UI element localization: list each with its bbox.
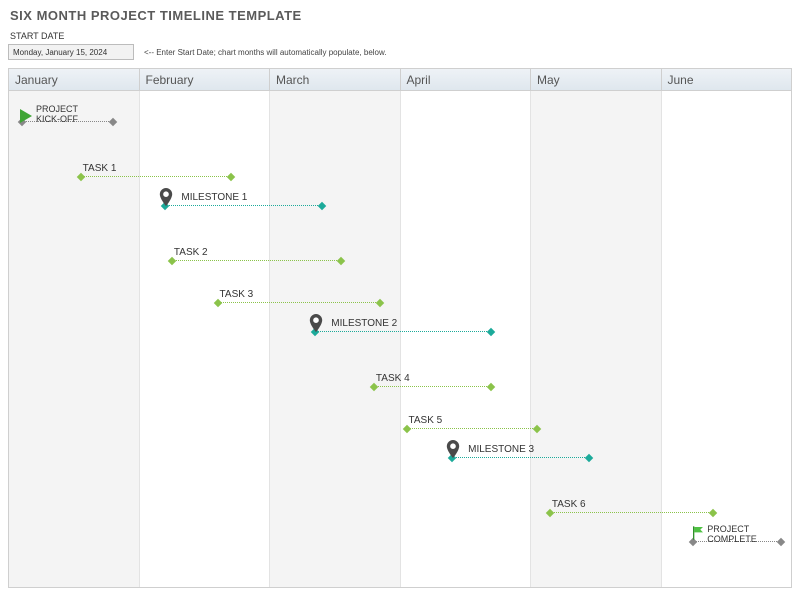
timeline-item-task6: TASK 6 [550,499,713,513]
month-header-april: April [401,69,532,90]
start-date-label: START DATE [10,31,792,41]
month-header-may: May [531,69,662,90]
bar [172,260,341,261]
bar [218,302,381,303]
event-label: PROJECTKICK-OFF [36,104,78,124]
milestone-label: MILESTONE 3 [468,444,534,455]
timeline-item-ms1: MILESTONE 1 [165,205,321,206]
month-header: JanuaryFebruaryMarchAprilMayJune [9,69,791,91]
month-header-march: March [270,69,401,90]
milestone-label: MILESTONE 1 [181,192,247,203]
play-triangle-icon [20,109,32,123]
timeline-item-ms2: MILESTONE 2 [315,331,491,332]
page-title: SIX MONTH PROJECT TIMELINE TEMPLATE [10,8,792,23]
month-header-february: February [140,69,271,90]
map-pin-icon [446,440,460,461]
timeline-item-task2: TASK 2 [172,247,341,261]
bar [550,512,713,513]
event-label: PROJECTCOMPLETE [707,524,757,544]
map-pin-icon [159,188,173,209]
start-date-row: Monday, January 15, 2024 <-- Enter Start… [8,44,792,60]
timeline-item-task5: TASK 5 [407,415,537,429]
bar [81,176,231,177]
task-label: TASK 1 [83,163,231,174]
bar: PROJECTCOMPLETE [693,541,780,542]
timeline-item-complete: PROJECTCOMPLETE [693,541,780,542]
timeline-item-ms3: MILESTONE 3 [452,457,589,458]
timeline-item-task1: TASK 1 [81,163,231,177]
bar: MILESTONE 2 [315,331,491,332]
task-label: TASK 6 [552,499,713,510]
month-header-january: January [9,69,140,90]
bar: PROJECTKICK-OFF [22,121,113,122]
bar [374,386,491,387]
milestone-label: MILESTONE 2 [331,318,397,329]
flag-icon [691,524,707,545]
bar: MILESTONE 1 [165,205,321,206]
task-label: TASK 3 [220,289,381,300]
bar [407,428,537,429]
bar: MILESTONE 3 [452,457,589,458]
map-pin-icon [309,314,323,335]
task-label: TASK 2 [174,247,341,258]
start-date-hint: <-- Enter Start Date; chart months will … [144,48,387,57]
timeline-chart: JanuaryFebruaryMarchAprilMayJune PROJECT… [8,68,792,588]
task-label: TASK 5 [409,415,537,426]
month-header-june: June [662,69,792,90]
timeline-item-kickoff: PROJECTKICK-OFF [22,121,113,122]
timeline-item-task4: TASK 4 [374,373,491,387]
timeline-item-task3: TASK 3 [218,289,381,303]
timeline-items: PROJECTKICK-OFF TASK 1 MILESTONE 1 TASK 2 TA… [9,91,791,587]
start-date-input[interactable]: Monday, January 15, 2024 [8,44,134,60]
task-label: TASK 4 [376,373,491,384]
